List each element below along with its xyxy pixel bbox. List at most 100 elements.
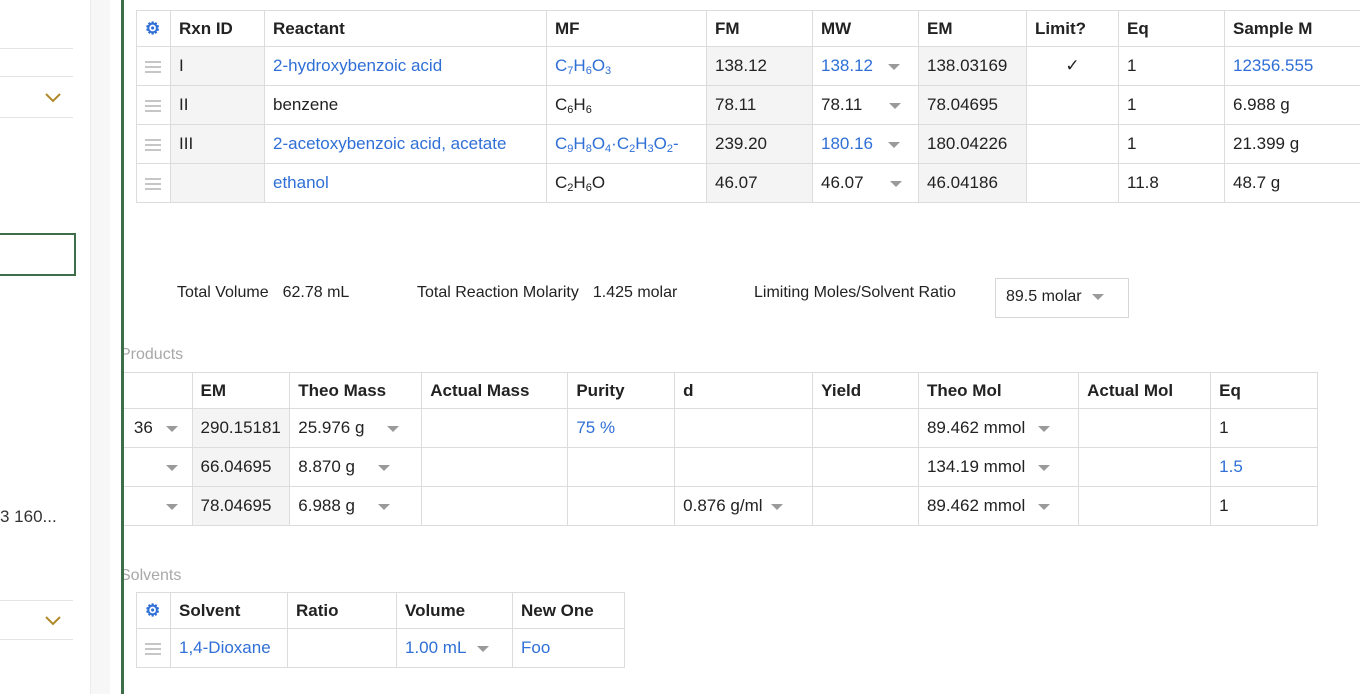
volume-select[interactable]: 1.00 mL [396, 628, 513, 668]
mw-select-cut[interactable] [124, 486, 193, 526]
column-settings-button[interactable]: ⚙ [136, 10, 171, 47]
caret-down-icon[interactable] [887, 141, 900, 148]
column-header[interactable]: Actual Mass [421, 372, 569, 409]
caret-down-icon[interactable] [165, 503, 178, 510]
reactant-link[interactable]: 2-acetoxybenzoic acid, acetate [264, 124, 547, 164]
limit-checkbox[interactable] [1026, 85, 1119, 125]
ratio-unit-select[interactable]: 89.5 molar [995, 278, 1129, 318]
column-header[interactable]: MW [812, 10, 919, 47]
drag-handle[interactable] [136, 628, 171, 668]
caret-down-icon[interactable] [889, 102, 902, 109]
column-header[interactable]: d [674, 372, 814, 409]
yield-cell[interactable] [812, 408, 919, 448]
caret-down-icon[interactable] [377, 464, 390, 471]
actual-mol-cell[interactable] [1078, 447, 1212, 487]
column-header[interactable]: Theo Mass [289, 372, 423, 409]
eq-cell[interactable]: 1 [1210, 408, 1318, 448]
yield-cell[interactable] [812, 486, 919, 526]
column-header[interactable]: MF [546, 10, 707, 47]
caret-down-icon[interactable] [165, 425, 178, 432]
column-header[interactable]: Reactant [264, 10, 547, 47]
limit-checkbox[interactable] [1026, 124, 1119, 164]
caret-down-icon[interactable] [165, 464, 178, 471]
caret-down-icon[interactable] [476, 645, 489, 652]
reactant-link[interactable]: ethanol [264, 163, 547, 203]
mw-select[interactable]: 138.12 [812, 46, 919, 86]
drag-handle-icon[interactable] [145, 642, 161, 655]
rxn-id-cell[interactable]: II [170, 85, 265, 125]
theo-mol-value[interactable]: 89.462 mmol [927, 496, 1025, 515]
actual-mol-cell[interactable] [1078, 486, 1212, 526]
column-settings-button[interactable]: ⚙ [136, 592, 171, 629]
density-value[interactable]: 0.876 g/ml [683, 496, 762, 515]
theo-mass-value[interactable]: 8.870 g [298, 457, 355, 476]
column-header[interactable]: Theo Mol [917, 372, 1080, 409]
caret-down-icon[interactable] [387, 425, 400, 432]
theo-mol-value[interactable]: 89.462 mmol [927, 418, 1025, 437]
volume-value[interactable]: 1.00 mL [405, 638, 466, 657]
solvent-link[interactable]: 1,4-Dioxane [170, 628, 288, 668]
drag-handle[interactable] [136, 85, 171, 125]
drag-handle[interactable] [136, 46, 171, 86]
theo-mol-select[interactable]: 89.462 mmol [917, 408, 1080, 448]
mw-select[interactable]: 78.11 [812, 85, 919, 125]
caret-down-icon[interactable] [377, 503, 390, 510]
caret-down-icon[interactable] [1091, 293, 1104, 300]
ratio-unit-value[interactable]: 89.5 molar [1006, 288, 1082, 305]
yield-cell[interactable] [812, 447, 919, 487]
molecular-formula-link[interactable]: C9H8O4·C2H3O2- [546, 124, 707, 164]
ratio-cell[interactable] [287, 628, 397, 668]
eq-cell[interactable]: 1 [1118, 85, 1225, 125]
sidebar-input[interactable] [0, 233, 76, 276]
purity-cell[interactable]: 75 % [567, 408, 676, 448]
theo-mass-select[interactable]: 25.976 g [289, 408, 423, 448]
theo-mol-select[interactable]: 89.462 mmol [917, 486, 1080, 526]
column-header[interactable]: EM [191, 372, 291, 409]
theo-mass-value[interactable]: 25.976 g [298, 418, 364, 437]
density-cell[interactable] [674, 408, 814, 448]
reactant-link[interactable]: 2-hydroxybenzoic acid [264, 46, 547, 86]
column-header[interactable]: EM [918, 10, 1027, 47]
caret-down-icon[interactable] [771, 503, 784, 510]
rxn-id-cell[interactable]: I [170, 46, 265, 86]
mw-value[interactable]: 78.11 [821, 95, 862, 114]
eq-cell[interactable]: 1.5 [1210, 447, 1318, 487]
caret-down-icon[interactable] [890, 180, 903, 187]
theo-mol-value[interactable]: 134.19 mmol [927, 457, 1025, 476]
eq-cell[interactable]: 1 [1118, 46, 1225, 86]
new-one-cell[interactable]: Foo [512, 628, 625, 668]
eq-cell[interactable]: 1 [1118, 124, 1225, 164]
mw-select-cut[interactable]: 36 [124, 408, 193, 448]
rxn-id-cell[interactable] [170, 163, 265, 203]
limit-checkbox[interactable]: ✓ [1026, 46, 1119, 86]
sample-mass-cell[interactable]: 48.7 g [1224, 163, 1360, 203]
actual-mass-cell[interactable] [421, 447, 569, 487]
column-header[interactable]: Eq [1210, 372, 1318, 409]
actual-mass-cell[interactable] [421, 408, 569, 448]
column-header[interactable]: Solvent [170, 592, 288, 629]
drag-handle-icon[interactable] [145, 60, 161, 73]
column-header[interactable]: Ratio [287, 592, 397, 629]
theo-mass-select[interactable]: 8.870 g [289, 447, 423, 487]
rxn-id-cell[interactable]: III [170, 124, 265, 164]
drag-handle[interactable] [136, 163, 171, 203]
caret-down-icon[interactable] [887, 63, 900, 70]
caret-down-icon[interactable] [1037, 503, 1050, 510]
chevron-down-icon[interactable] [44, 91, 62, 103]
mw-value[interactable]: 138.12 [821, 56, 873, 75]
actual-mol-cell[interactable] [1078, 408, 1212, 448]
purity-cell[interactable] [567, 447, 676, 487]
mw-select-cut[interactable] [124, 447, 193, 487]
density-cell[interactable] [674, 447, 814, 487]
column-header[interactable]: Limit? [1026, 10, 1119, 47]
column-header[interactable]: Eq [1118, 10, 1225, 47]
eq-cell[interactable]: 1 [1210, 486, 1318, 526]
molecular-formula-link[interactable]: C7H6O3 [546, 46, 707, 86]
actual-mass-cell[interactable] [421, 486, 569, 526]
gear-icon[interactable]: ⚙ [145, 601, 160, 620]
drag-handle-icon[interactable] [145, 99, 161, 112]
column-header[interactable]: Actual Mol [1078, 372, 1212, 409]
eq-cell[interactable]: 11.8 [1118, 163, 1225, 203]
limit-checkbox[interactable] [1026, 163, 1119, 203]
theo-mass-value[interactable]: 6.988 g [298, 496, 355, 515]
